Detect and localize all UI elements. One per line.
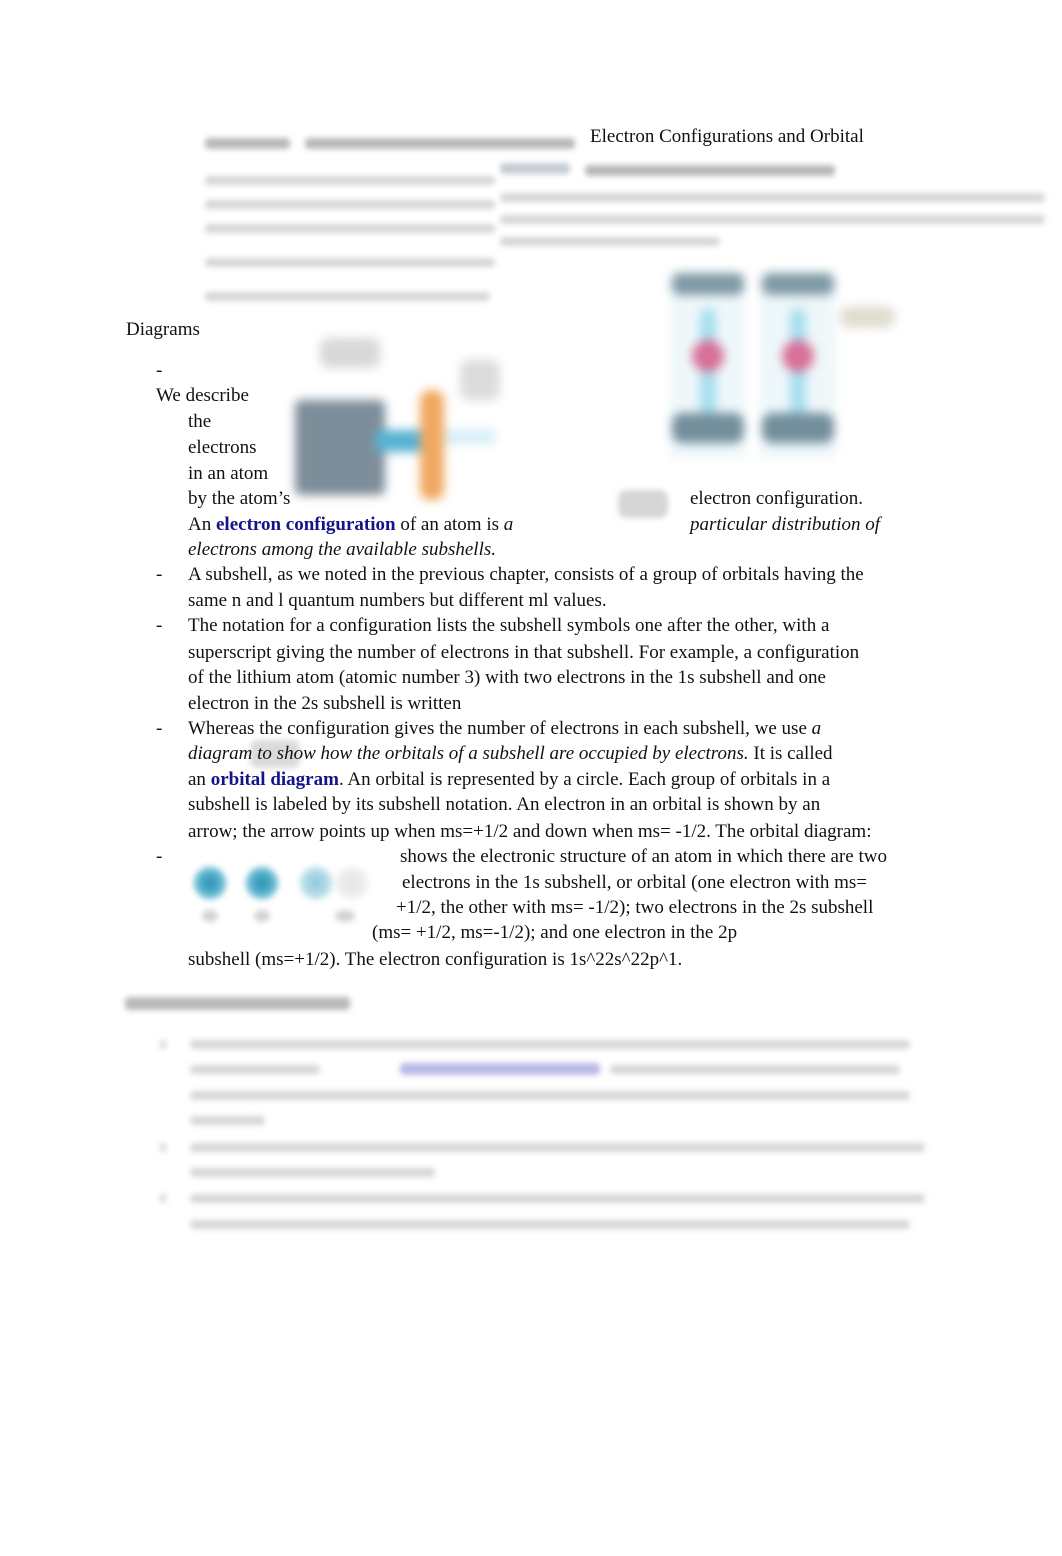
bullet-marker: - <box>156 718 163 739</box>
illustration-label-blob <box>840 306 895 328</box>
definition-italic-end: electrons among the available subshells. <box>188 539 496 560</box>
bullet4-line: subshell is labeled by its subshell nota… <box>188 794 821 815</box>
illustration-screen <box>420 390 444 500</box>
blurred-lower-section <box>110 985 940 1235</box>
bullet5-line: electrons in the 1s subshell, or orbital… <box>402 872 868 893</box>
lobe-bottom <box>762 413 834 443</box>
nucleus <box>692 340 724 372</box>
orbital-diagram-term-link[interactable]: orbital diagram <box>211 769 339 790</box>
illustration-label-blob <box>618 490 668 518</box>
bullet1-line: electrons <box>188 437 257 458</box>
electron-configuration-definition: An electron configuration of an atom is … <box>188 514 514 535</box>
orbital-2p-circle <box>299 866 333 900</box>
orbital-2p-empty-circle <box>335 866 369 900</box>
atom-emission-illustration <box>280 330 510 510</box>
illustration-beam-tail <box>445 430 495 444</box>
bullet1-line-end: electron configuration. <box>690 488 864 509</box>
bullet1-line: in an atom <box>188 463 269 484</box>
document-title-line2: Diagrams <box>126 319 200 340</box>
bullet4-line: arrow; the arrow points up when ms=+1/2 … <box>188 821 872 842</box>
bullet2-line: A subshell, as we noted in the previous … <box>188 564 864 585</box>
bullet2-line: same n and l quantum numbers but differe… <box>188 590 607 611</box>
illustration-box <box>295 400 385 495</box>
bullet-marker: - <box>156 846 163 867</box>
document-title-line1: Electron Configurations and Orbital <box>590 126 864 147</box>
lobe-top <box>762 273 834 295</box>
bullet4-line: Whereas the configuration gives the numb… <box>188 718 822 739</box>
blurred-bullet-marker <box>160 1040 166 1049</box>
blurred-bullet-marker <box>160 1194 166 1203</box>
electron-configuration-term-link[interactable]: electron configuration <box>216 514 396 535</box>
nucleus <box>782 340 814 372</box>
orbital-diagram-figure <box>185 860 385 940</box>
bullet5-line: subshell (ms=+1/2). The electron configu… <box>188 949 683 970</box>
bullet3-line: The notation for a configuration lists t… <box>188 615 830 636</box>
orbital-label <box>335 910 355 922</box>
definition-italic-continuation: particular distribution of <box>690 514 881 535</box>
bullet1-line: We describe <box>156 385 249 406</box>
bullet5-line: +1/2, the other with ms= -1/2); two elec… <box>396 897 874 918</box>
bullet-marker: - <box>156 615 163 636</box>
blurred-link[interactable] <box>400 1063 600 1075</box>
bullet-marker: - <box>156 564 163 585</box>
orbital-lobes-illustration <box>660 268 910 468</box>
lobe-top <box>672 273 744 295</box>
bullet3-line: superscript giving the number of electro… <box>188 642 860 663</box>
orbital-1s-circle <box>193 866 227 900</box>
illustration-label-blob <box>320 338 380 368</box>
bullet3-line: electron in the 2s subshell is written <box>188 693 462 714</box>
lobe-bottom <box>672 413 744 443</box>
orbital-2s-circle <box>245 866 279 900</box>
blurred-bullet-marker <box>160 1143 166 1152</box>
bullet5-line: (ms= +1/2, ms=-1/2); and one electron in… <box>372 922 738 943</box>
bullet5-line: shows the electronic structure of an ato… <box>400 846 887 867</box>
bullet1-line: by the atom’s <box>188 488 291 509</box>
orbital-label <box>254 910 270 922</box>
bullet1-line: the <box>188 411 212 432</box>
illustration-label-blob <box>460 360 500 400</box>
bullet4-line: diagram to show how the orbitals of a su… <box>188 743 833 764</box>
bullet-marker: - <box>156 360 163 381</box>
blurred-heading <box>125 997 350 1010</box>
bullet4-line: an orbital diagram. An orbital is repres… <box>188 769 831 790</box>
bullet3-line: of the lithium atom (atomic number 3) wi… <box>188 667 826 688</box>
orbital-label <box>202 910 218 922</box>
